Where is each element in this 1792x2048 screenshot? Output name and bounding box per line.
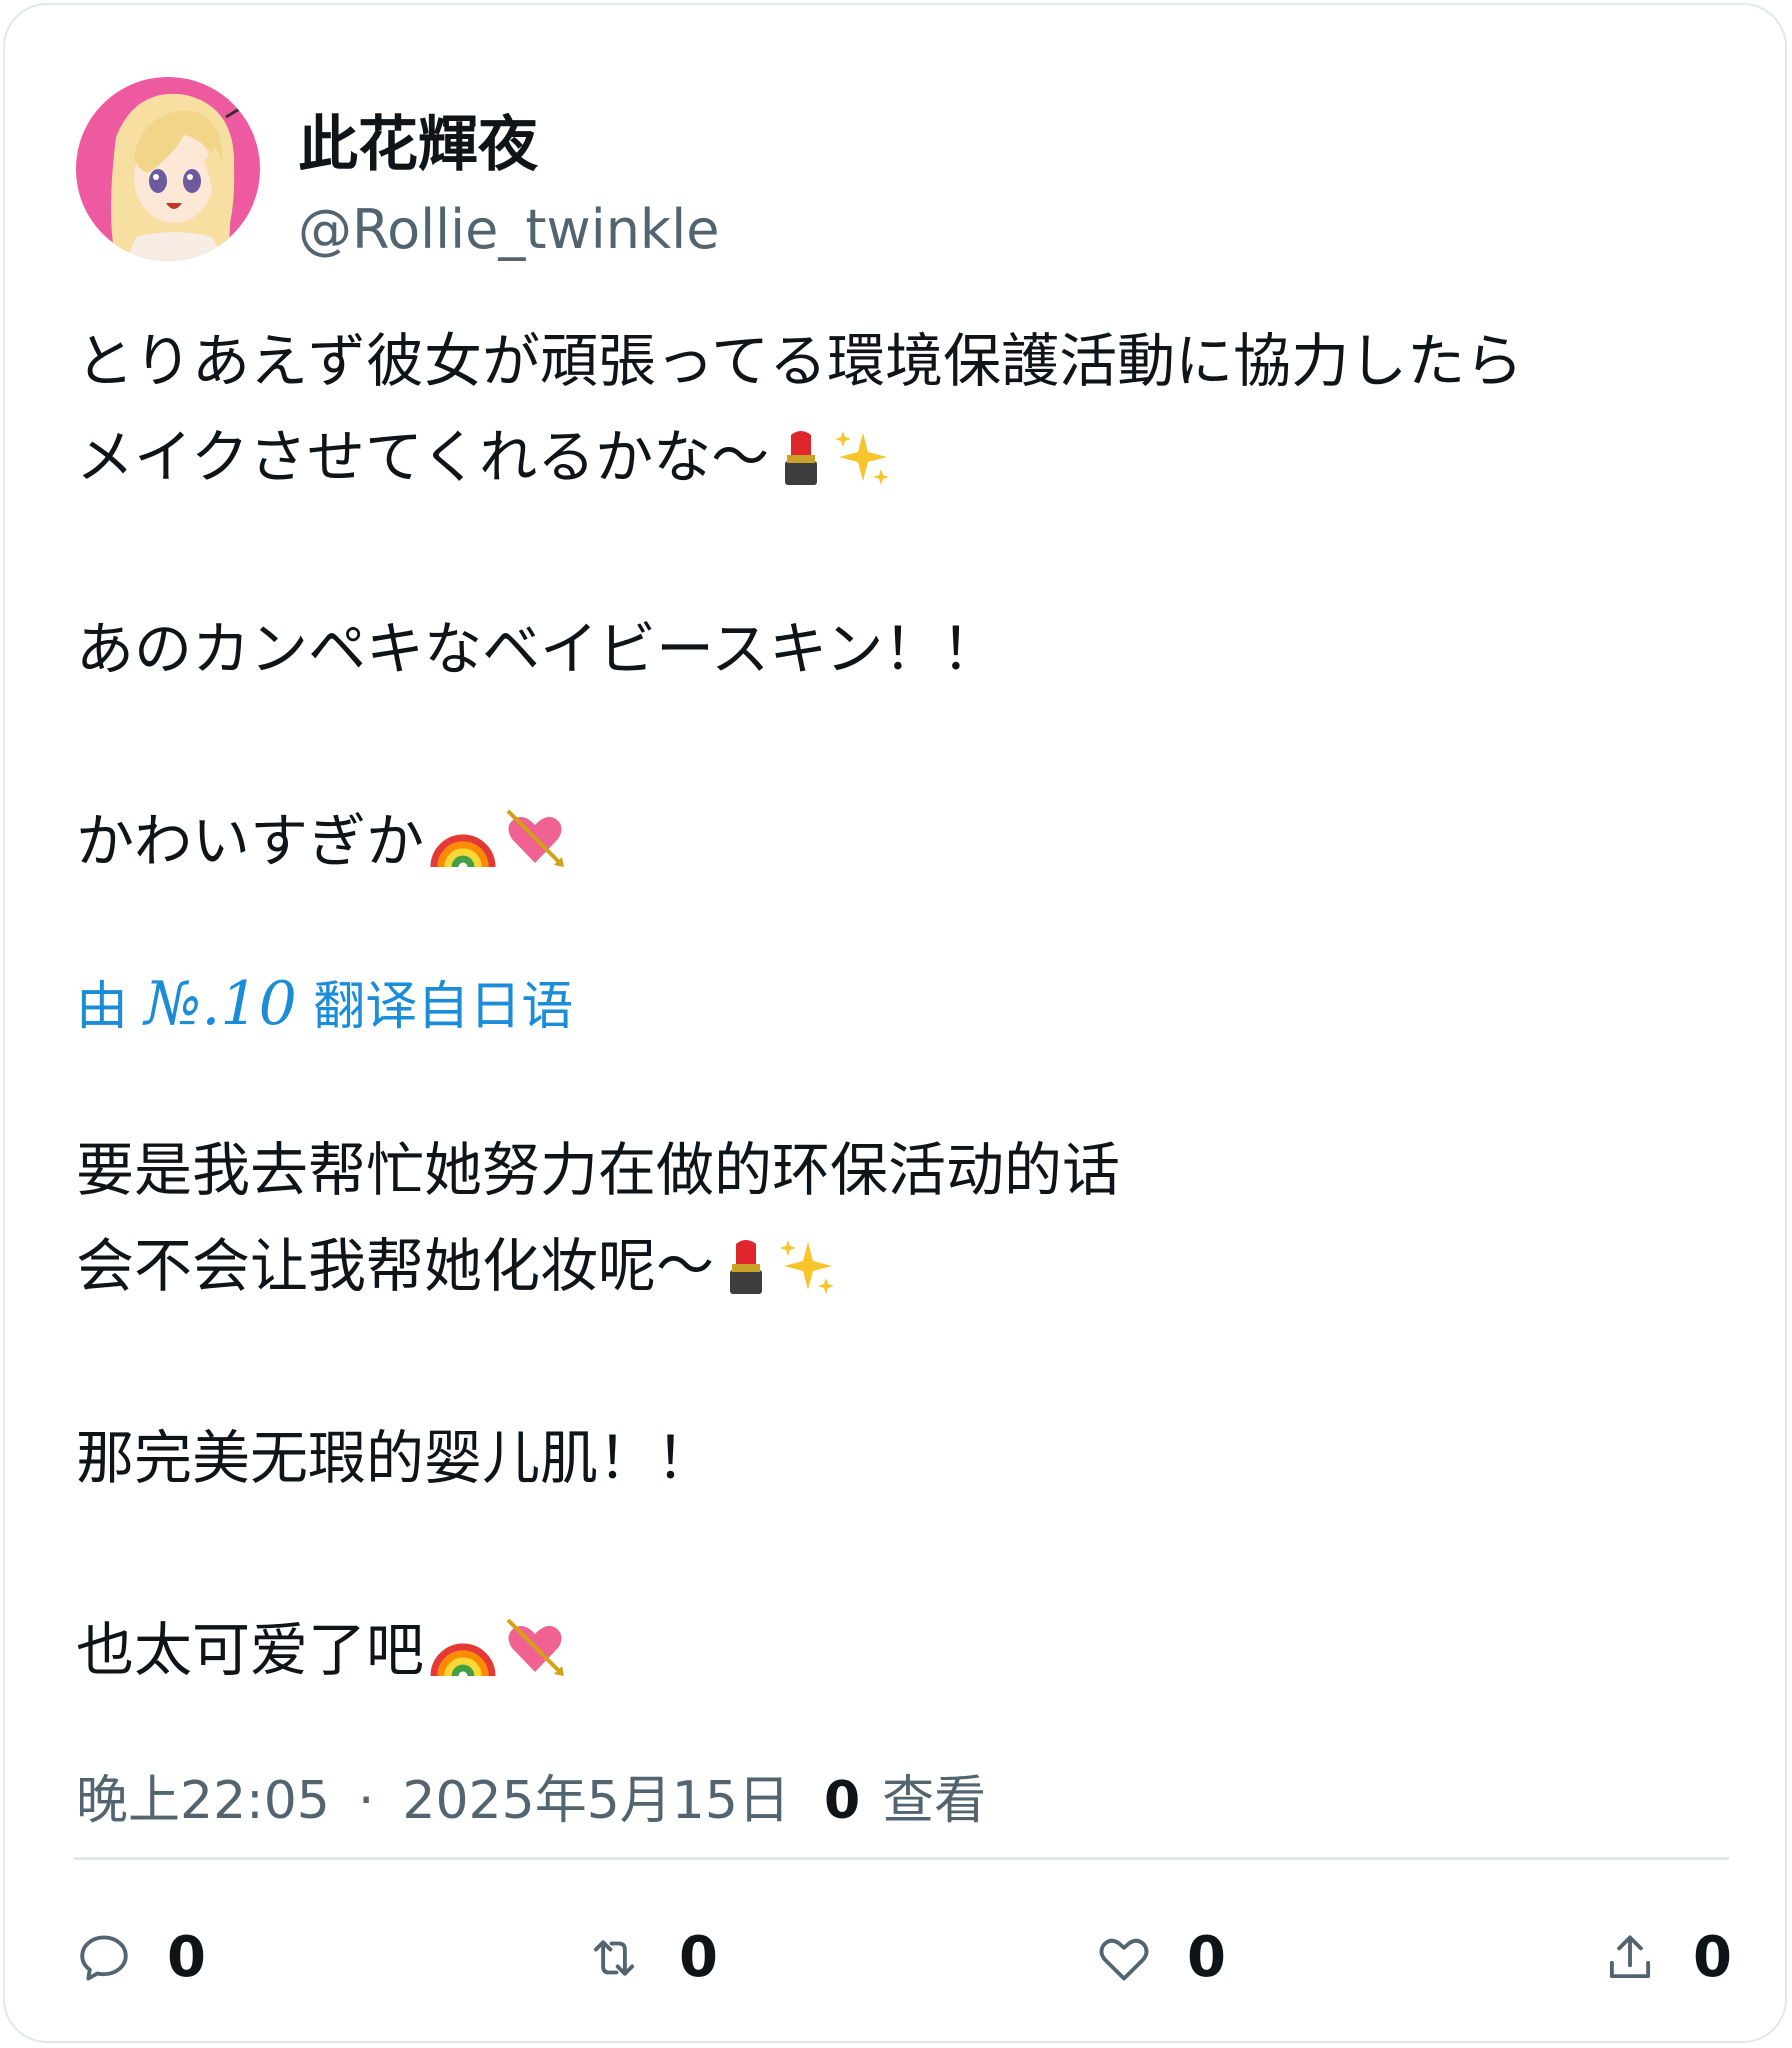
reply-icon (80, 1935, 128, 1981)
action-bar: 0 0 0 0 (5, 1913, 1792, 2003)
reply-count: 0 (167, 1925, 206, 1990)
translator-brand: №.10 (144, 969, 297, 1039)
tweet-line: あのカンペキなベイビースキン！！ (76, 615, 1000, 683)
views-label: 查看 (882, 1771, 987, 1831)
tweet-line-text: メイクさせてくれるかな〜 (76, 423, 770, 491)
tweet-line: メイクさせてくれるかな〜 (76, 409, 1736, 505)
display-name[interactable]: 此花輝夜 (298, 109, 538, 181)
lipstick-icon (775, 419, 827, 515)
translated-line-text: 会不会让我帮她化妆呢〜 (76, 1232, 715, 1300)
heart-with-arrow-icon (502, 1612, 568, 1708)
rainbow-icon (430, 803, 496, 899)
tweet-time[interactable]: 晚上22:05 (76, 1771, 330, 1831)
like-button[interactable]: 0 (1095, 1913, 1226, 2003)
translated-line: 会不会让我帮她化妆呢〜 (76, 1218, 1736, 1314)
tweet-original-text: とりあえず彼女が頑張ってる環境保護活動に協力したら メイクさせてくれるかな〜 あ… (76, 313, 1736, 889)
divider (74, 1857, 1729, 1860)
tweet-card: 此花輝夜 @Rollie_twinkle とりあえず彼女が頑張ってる環境保護活動… (3, 3, 1787, 2043)
tweet-line: とりあえず彼女が頑張ってる環境保護活動に協力したら (76, 327, 1524, 395)
tweet-translated-text: 要是我去帮忙她努力在做的环保活动的话 会不会让我帮她化妆呢〜 那完美无瑕的婴儿肌… (76, 1122, 1736, 1698)
tweet-line: かわいすぎか (76, 793, 1736, 889)
translation-attribution[interactable]: 由 №.10 翻译自日语 (76, 956, 573, 1055)
retweet-button[interactable]: 0 (583, 1913, 718, 2003)
retweet-count: 0 (679, 1925, 718, 1990)
anime-girl-avatar-icon (76, 77, 260, 261)
share-count: 0 (1693, 1925, 1732, 1990)
sparkles-icon (778, 1228, 838, 1324)
meta-separator: · (357, 1771, 375, 1831)
share-button[interactable]: 0 (1601, 1913, 1732, 2003)
lipstick-icon (720, 1228, 772, 1324)
translated-line: 那完美无瑕的婴儿肌！！ (76, 1424, 715, 1492)
avatar[interactable] (76, 77, 260, 261)
tweet-line-text: かわいすぎか (76, 807, 425, 875)
translation-prefix: 由 (76, 977, 129, 1037)
tweet-meta: 晚上22:05 · 2025年5月15日 0 查看 (76, 1761, 986, 1841)
like-icon (1099, 1938, 1149, 1981)
user-handle[interactable]: @Rollie_twinkle (298, 198, 719, 262)
views-count: 0 (823, 1771, 861, 1831)
heart-with-arrow-icon (502, 803, 568, 899)
translated-line: 要是我去帮忙她努力在做的环保活动的话 (76, 1136, 1121, 1204)
tweet-date[interactable]: 2025年5月15日 (402, 1771, 790, 1831)
translation-suffix: 翻译自日语 (313, 977, 574, 1037)
like-count: 0 (1187, 1925, 1226, 1990)
rainbow-icon (430, 1612, 496, 1708)
reply-button[interactable]: 0 (75, 1913, 206, 2003)
share-icon (1609, 1935, 1651, 1979)
retweet-icon (593, 1940, 635, 1976)
translated-line-text: 也太可爱了吧 (76, 1616, 425, 1684)
sparkles-icon (833, 419, 893, 515)
translated-line: 也太可爱了吧 (76, 1602, 1736, 1698)
